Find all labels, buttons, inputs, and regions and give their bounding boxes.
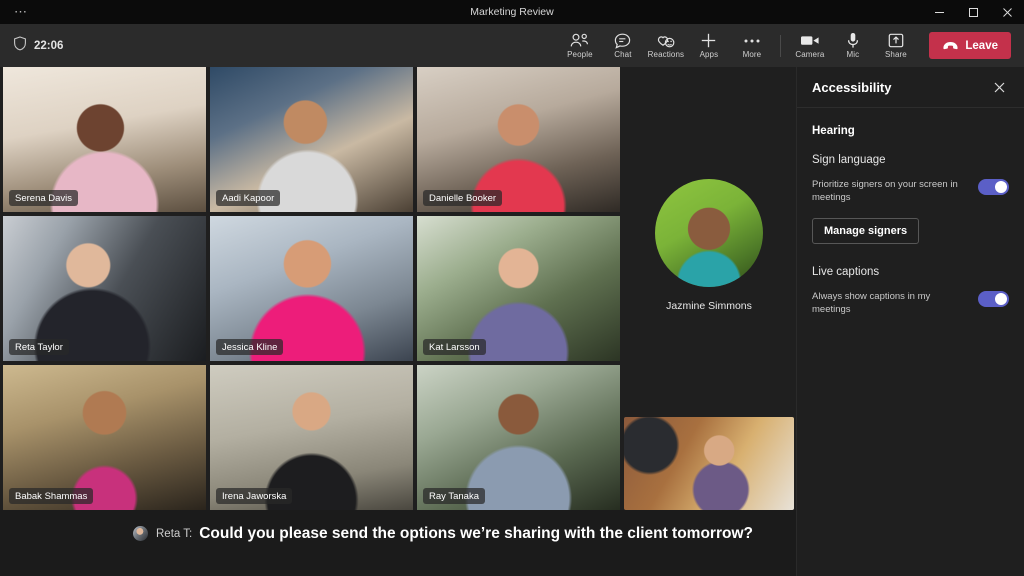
- toolbar-label-chat: Chat: [614, 50, 632, 59]
- minimize-icon[interactable]: [922, 0, 956, 24]
- plus-icon: [700, 32, 717, 49]
- toolbar-button-chat[interactable]: Chat: [601, 24, 644, 67]
- close-icon[interactable]: [987, 75, 1011, 99]
- video-tile[interactable]: Babak Shammas: [3, 365, 206, 510]
- participant-name: Kat Larsson: [423, 339, 486, 355]
- toolbar-button-share[interactable]: Share: [874, 24, 917, 67]
- accessibility-panel: Accessibility Hearing Sign language Prio…: [796, 67, 1024, 576]
- self-view-video: [624, 417, 794, 510]
- toolbar-actions: People Chat Reactions Apps More Camera M…: [558, 24, 1024, 67]
- toggle-knob: [995, 293, 1007, 305]
- panel-body: Hearing Sign language Prioritize signers…: [797, 108, 1024, 316]
- toolbar-label-reactions: Reactions: [647, 50, 685, 59]
- video-tile[interactable]: Serena Davis: [3, 67, 206, 212]
- setting-always-show-captions: Always show captions in my meetings: [812, 290, 1009, 316]
- ellipsis-icon: [743, 32, 761, 49]
- window-titlebar: ⋯ Marketing Review: [0, 0, 1024, 24]
- meeting-toolbar: 22:06 People Chat Reactions Apps More Ca…: [0, 24, 1024, 67]
- window-title: Marketing Review: [470, 6, 554, 18]
- camera-icon: [800, 32, 820, 49]
- hangup-icon: [942, 37, 959, 55]
- participant-name: Babak Shammas: [9, 488, 94, 504]
- maximize-icon[interactable]: [956, 0, 990, 24]
- toolbar-button-people[interactable]: People: [558, 24, 601, 67]
- toggle-always-show-captions[interactable]: [978, 291, 1009, 307]
- meeting-timer: 22:06: [34, 39, 64, 52]
- caption-speaker: Reta T:: [156, 528, 193, 540]
- leave-button-label: Leave: [965, 39, 998, 52]
- self-view-tile[interactable]: [624, 417, 794, 510]
- close-icon[interactable]: [990, 0, 1024, 24]
- toggle-prioritize-signers[interactable]: [978, 179, 1009, 195]
- toolbar-button-mic[interactable]: Mic: [831, 24, 874, 67]
- participant-name: Serena Davis: [9, 190, 79, 206]
- people-icon: [570, 32, 589, 49]
- window-controls: [922, 0, 1024, 24]
- toolbar-button-camera[interactable]: Camera: [788, 24, 831, 67]
- toolbar-button-reactions[interactable]: Reactions: [644, 24, 687, 67]
- microphone-icon: [847, 32, 859, 49]
- toolbar-label-share: Share: [884, 50, 907, 59]
- shield-icon: [13, 35, 27, 56]
- manage-signers-button[interactable]: Manage signers: [812, 218, 920, 244]
- panel-title: Accessibility: [812, 79, 892, 95]
- video-tile[interactable]: Irena Jaworska: [210, 365, 413, 510]
- toolbar-label-apps: Apps: [699, 50, 719, 59]
- group-heading-live-captions: Live captions: [812, 266, 880, 278]
- participant-name: Ray Tanaka: [423, 488, 485, 504]
- toolbar-label-mic: Mic: [846, 50, 860, 59]
- chat-icon: [614, 32, 631, 49]
- toolbar-label-people: People: [567, 50, 593, 59]
- toolbar-label-more: More: [742, 50, 762, 59]
- setting-prioritize-signers: Prioritize signers on your screen in mee…: [812, 178, 1009, 204]
- participant-name: Jazmine Simmons: [666, 299, 752, 312]
- avatar: [655, 178, 763, 287]
- teams-meeting-window: ⋯ Marketing Review 22:06 People Chat Rea…: [0, 0, 1024, 576]
- live-captions-bar: Reta T: Could you please send the option…: [0, 510, 796, 576]
- video-tile[interactable]: Jessica Kline: [210, 216, 413, 361]
- panel-header: Accessibility: [797, 67, 1024, 108]
- video-tile[interactable]: Aadi Kapoor: [210, 67, 413, 212]
- meeting-status: 22:06: [0, 35, 64, 56]
- group-heading-sign-language: Sign language: [812, 154, 886, 166]
- speaker-avatar: [133, 526, 148, 541]
- setting-label: Prioritize signers on your screen in mee…: [812, 179, 958, 203]
- video-tile[interactable]: Ray Tanaka: [417, 365, 620, 510]
- toggle-knob: [995, 181, 1007, 193]
- caption-text: Could you please send the options we’re …: [199, 525, 753, 542]
- video-stage: Serena Davis Aadi Kapoor Danielle Booker…: [0, 67, 796, 510]
- participant-name: Jessica Kline: [216, 339, 284, 355]
- toolbar-divider: [780, 34, 782, 57]
- toolbar-button-apps[interactable]: Apps: [687, 24, 730, 67]
- toolbar-button-more[interactable]: More: [730, 24, 773, 67]
- video-tile[interactable]: Kat Larsson: [417, 216, 620, 361]
- setting-label: Always show captions in my meetings: [812, 291, 931, 315]
- leave-button[interactable]: Leave: [929, 32, 1011, 59]
- toolbar-label-camera: Camera: [795, 50, 825, 59]
- participant-name: Danielle Booker: [423, 190, 503, 206]
- participant-avatar-tile[interactable]: Jazmine Simmons: [624, 165, 794, 325]
- reactions-icon: [656, 32, 675, 49]
- participant-name: Aadi Kapoor: [216, 190, 281, 206]
- section-heading-hearing: Hearing: [812, 125, 855, 137]
- participant-name: Reta Taylor: [9, 339, 69, 355]
- video-tile-active-speaker[interactable]: Reta Taylor: [3, 216, 206, 361]
- participant-name: Irena Jaworska: [216, 488, 293, 504]
- video-tile[interactable]: Danielle Booker: [417, 67, 620, 212]
- share-screen-icon: [888, 32, 904, 49]
